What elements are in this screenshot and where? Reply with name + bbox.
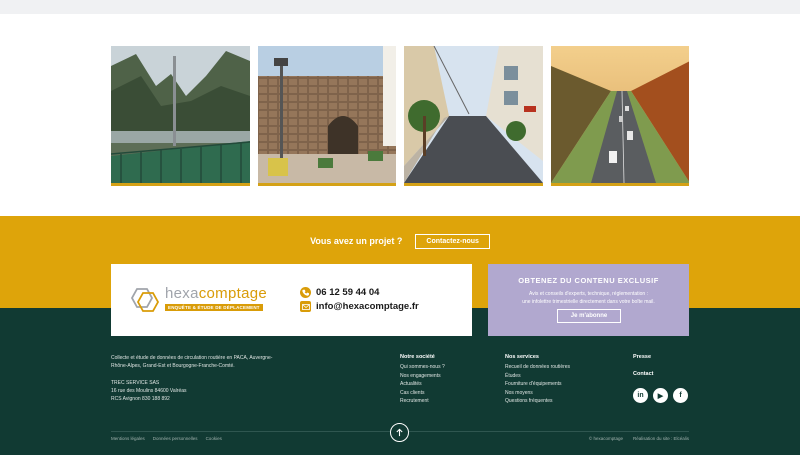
site-credits[interactable]: Réalisation du site : Elcéalis: [633, 436, 689, 441]
gallery-photo-town-street[interactable]: [404, 46, 543, 186]
phone-line[interactable]: 06 12 59 44 04: [300, 287, 379, 298]
footer-legal-links: Mentions légales Données personnelles Co…: [111, 436, 222, 441]
email-line[interactable]: info@hexacomptage.fr: [300, 301, 419, 312]
back-to-top-button[interactable]: [390, 423, 409, 442]
top-strip: [0, 0, 800, 14]
hexacomptage-logo[interactable]: hexacomptage ENQUÊTE & ÉTUDE DE DÉPLACEM…: [127, 285, 287, 315]
newsletter-description: Avis et conseils d'experts, technique, r…: [488, 291, 689, 306]
footer-about-line1: Collecte et étude de données de circulat…: [111, 355, 273, 361]
newsletter-card: OBTENEZ DU CONTENU EXCLUSIF Avis et cons…: [488, 264, 689, 336]
facebook-icon[interactable]: f: [673, 388, 688, 403]
contact-us-button[interactable]: Contactez-nous: [415, 233, 490, 249]
footer-link-press[interactable]: Presse: [633, 354, 651, 360]
footer-services-title: Nos services: [505, 354, 539, 360]
phone-icon: [300, 287, 311, 298]
footer-address: TREC SERVICE SAS 16 rue des Moulins 8460…: [111, 379, 261, 403]
gallery-photo-highway[interactable]: [550, 46, 689, 186]
footer-link-studies[interactable]: Études: [505, 372, 570, 381]
footer-credits: © hexacomptage Réalisation du site : Elc…: [589, 436, 689, 441]
footer-link-faq[interactable]: Questions fréquentes: [505, 397, 570, 406]
footer-about-line2: Rhône-Alpes, Grand-Est et Bourgogne-Fran…: [111, 363, 235, 369]
contact-card: hexacomptage ENQUÊTE & ÉTUDE DE DÉPLACEM…: [111, 264, 472, 336]
social-links: in ▶ f: [633, 388, 688, 403]
legal-notice-link[interactable]: Mentions légales: [111, 436, 145, 441]
personal-data-link[interactable]: Données personnelles: [153, 436, 198, 441]
footer-link-case-studies[interactable]: Cas clients: [400, 389, 445, 398]
town-street-image: [404, 46, 543, 183]
highway-image: [550, 46, 689, 183]
email-address: info@hexacomptage.fr: [316, 301, 419, 312]
gallery-photo-mountain-bridge[interactable]: [111, 46, 250, 186]
footer-company: TREC SERVICE SAS: [111, 380, 160, 386]
footer-link-news[interactable]: Actualités: [400, 380, 445, 389]
footer-services-column: Nos services Recueil de données routière…: [505, 354, 570, 406]
cookies-link[interactable]: Cookies: [206, 436, 222, 441]
logo-wordmark: hexacomptage: [165, 285, 267, 302]
footer-link-data-collection[interactable]: Recueil de données routières: [505, 363, 570, 372]
mountain-bridge-image: [111, 46, 250, 183]
cta-question: Vous avez un projet ?: [310, 236, 403, 246]
footer-link-recruitment[interactable]: Recrutement: [400, 397, 445, 406]
photo-gallery: [111, 46, 689, 186]
footer-about: Collecte et étude de données de circulat…: [111, 354, 301, 370]
footer-street: 16 rue des Moulins 84600 Valréas: [111, 388, 187, 394]
gallery-photo-stone-arch[interactable]: [257, 46, 396, 186]
footer-link-contact[interactable]: Contact: [633, 371, 653, 377]
footer-link-equipment[interactable]: Fourniture d'équipements: [505, 380, 570, 389]
logo-tagline: ENQUÊTE & ÉTUDE DE DÉPLACEMENT: [165, 304, 263, 311]
cta-row: Vous avez un projet ? Contactez-nous: [0, 233, 800, 249]
footer-link-means[interactable]: Nos moyens: [505, 389, 570, 398]
mail-icon: [300, 301, 311, 312]
logo-word-a: hexa: [165, 285, 199, 302]
newsletter-desc-line1: Avis et conseils d'experts, technique, r…: [529, 291, 648, 297]
stone-arch-image: [257, 46, 396, 183]
arrow-up-icon: [396, 428, 403, 437]
footer-society-title: Notre société: [400, 354, 435, 360]
footer-rcs: RCS Avignon 830 188 892: [111, 396, 170, 402]
subscribe-button[interactable]: Je m'abonne: [557, 309, 621, 323]
logo-word-b: comptage: [198, 285, 268, 302]
youtube-icon[interactable]: ▶: [653, 388, 668, 403]
copyright: © hexacomptage: [588, 436, 623, 441]
footer-link-about[interactable]: Qui sommes-nous ?: [400, 363, 445, 372]
newsletter-title: OBTENEZ DU CONTENU EXCLUSIF: [518, 276, 659, 285]
newsletter-desc-line2: une infolettre trimestrielle directement…: [522, 298, 655, 305]
footer-society-column: Notre société Qui sommes-nous ? Nos enga…: [400, 354, 445, 406]
footer-link-commitments[interactable]: Nos engagements: [400, 372, 445, 381]
hexagon-logo-icon: [130, 288, 160, 312]
linkedin-icon[interactable]: in: [633, 388, 648, 403]
phone-number: 06 12 59 44 04: [316, 287, 380, 298]
